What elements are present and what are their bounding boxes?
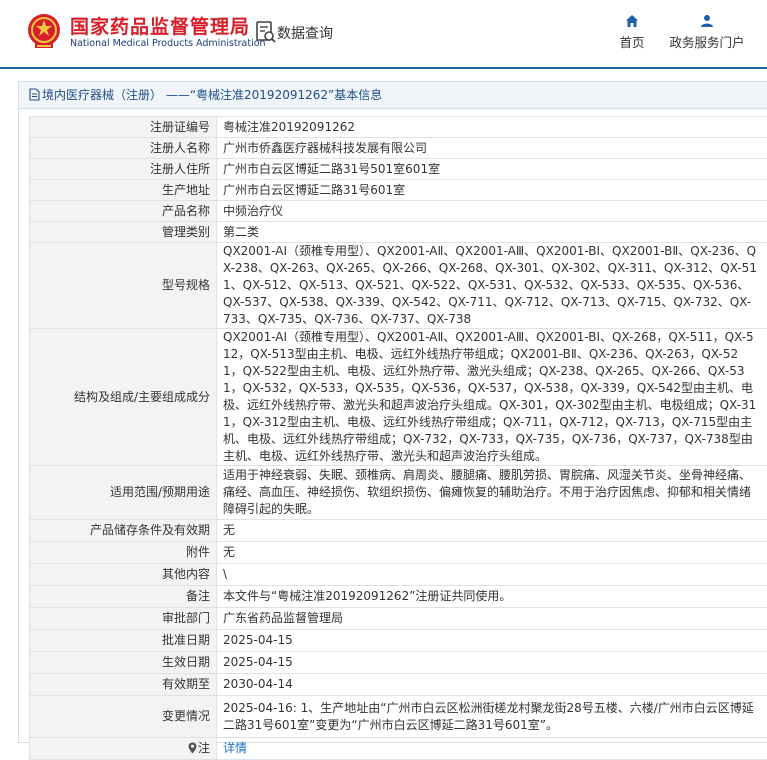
field-value: 第二类 <box>217 222 767 243</box>
user-icon <box>700 14 714 28</box>
table-row: 产品储存条件及有效期无 <box>30 520 767 542</box>
detail-panel: 境内医疗器械（注册） ——“粤械注准20192091262”基本信息 注册证编号… <box>18 81 767 743</box>
org-name-cn: 国家药品监督管理局 <box>70 12 250 39</box>
site-header: 国家药品监督管理局 National Medical Products Admi… <box>0 0 767 68</box>
field-value: 2025-04-15 <box>217 652 767 674</box>
field-value: 广州市侨鑫医疗器械科技发展有限公司 <box>217 138 767 159</box>
table-row: 型号规格QX2001-AI（颈椎专用型）、QX2001-AⅡ、QX2001-AⅢ… <box>30 243 767 329</box>
field-label: 备注 <box>30 586 217 608</box>
field-label: 生效日期 <box>30 652 217 674</box>
field-label: 产品名称 <box>30 201 217 222</box>
info-table: 注册证编号粤械注准20192091262 注册人名称广州市侨鑫医疗器械科技发展有… <box>29 116 767 760</box>
nav-service-portal-label: 政务服务门户 <box>669 35 744 50</box>
table-row: 适用范围/预期用途适用于神经衰弱、失眠、颈椎病、肩周炎、腰腿痛、腰肌劳损、胃脘痛… <box>30 466 767 520</box>
field-value: 2030-04-14 <box>217 674 767 696</box>
field-label: 适用范围/预期用途 <box>30 466 217 520</box>
document-icon <box>29 88 40 101</box>
table-row: 有效期至2030-04-14 <box>30 674 767 696</box>
note-label: 注 <box>198 741 210 755</box>
field-value: QX2001-AI（颈椎专用型）、QX2001-AⅡ、QX2001-AⅢ、QX2… <box>217 329 767 466</box>
field-value: 广州市白云区博延二路31号601室 <box>217 180 767 201</box>
field-label: 管理类别 <box>30 222 217 243</box>
field-label: 审批部门 <box>30 608 217 630</box>
field-label: 其他内容 <box>30 564 217 586</box>
field-label: 产品储存条件及有效期 <box>30 520 217 542</box>
details-link[interactable]: 详情 <box>223 741 247 755</box>
table-row: 生产地址广州市白云区博延二路31号601室 <box>30 180 767 201</box>
field-label: 注册证编号 <box>30 117 217 138</box>
field-label: 附件 <box>30 542 217 564</box>
field-value: 广东省药品监督管理局 <box>217 608 767 630</box>
field-label: 型号规格 <box>30 243 217 329</box>
nav-home[interactable]: 首页 <box>612 14 652 51</box>
nav-home-label: 首页 <box>619 35 644 50</box>
table-row: 注册证编号粤械注准20192091262 <box>30 117 767 138</box>
field-value: 广州市白云区博延二路31号501室601室 <box>217 159 767 180</box>
panel-title-bar: 境内医疗器械（注册） ——“粤械注准20192091262”基本信息 <box>19 82 767 109</box>
table-row: 附件无 <box>30 542 767 564</box>
field-label: 注册人名称 <box>30 138 217 159</box>
data-query-icon[interactable] <box>255 20 277 44</box>
field-value: 本文件与“粤械注准20192091262”注册证共同使用。 <box>217 586 767 608</box>
table-row: 备注本文件与“粤械注准20192091262”注册证共同使用。 <box>30 586 767 608</box>
org-name-en: National Medical Products Administration <box>70 38 266 49</box>
field-value: QX2001-AI（颈椎专用型）、QX2001-AⅡ、QX2001-AⅢ、QX2… <box>217 243 767 329</box>
table-row: 注册人名称广州市侨鑫医疗器械科技发展有限公司 <box>30 138 767 159</box>
field-value: 中频治疗仪 <box>217 201 767 222</box>
field-value: \ <box>217 564 767 586</box>
data-query-link[interactable]: 数据查询 <box>277 23 333 43</box>
field-value: 2025-04-15 <box>217 630 767 652</box>
table-row: 其他内容\ <box>30 564 767 586</box>
field-value: 粤械注准20192091262 <box>217 117 767 138</box>
home-icon <box>625 14 639 28</box>
table-row: 结构及组成/主要组成成分QX2001-AI（颈椎专用型）、QX2001-AⅡ、Q… <box>30 329 767 466</box>
field-value: 2025-04-16: 1、生产地址由“广州市白云区松洲街槎龙村聚龙街28号五楼… <box>217 696 767 738</box>
table-row: 产品名称中频治疗仪 <box>30 201 767 222</box>
field-label: 生产地址 <box>30 180 217 201</box>
field-label: 批准日期 <box>30 630 217 652</box>
field-label: 变更情况 <box>30 696 217 738</box>
table-row: 生效日期2025-04-15 <box>30 652 767 674</box>
field-value: 无 <box>217 542 767 564</box>
field-value: 无 <box>217 520 767 542</box>
field-label: 有效期至 <box>30 674 217 696</box>
location-pin-icon <box>188 742 197 754</box>
table-row: 管理类别第二类 <box>30 222 767 243</box>
table-row: 变更情况2025-04-16: 1、生产地址由“广州市白云区松洲街槎龙村聚龙街2… <box>30 696 767 738</box>
table-row: 注册人住所广州市白云区博延二路31号501室601室 <box>30 159 767 180</box>
nav-service-portal[interactable]: 政务服务门户 <box>664 14 750 51</box>
field-label: 注册人住所 <box>30 159 217 180</box>
table-row: 审批部门广东省药品监督管理局 <box>30 608 767 630</box>
panel-title: 境内医疗器械（注册） ——“粤械注准20192091262”基本信息 <box>42 88 382 102</box>
header-divider <box>0 67 767 69</box>
national-emblem-icon <box>26 12 62 50</box>
field-value: 适用于神经衰弱、失眠、颈椎病、肩周炎、腰腿痛、腰肌劳损、胃脘痛、风湿关节炎、坐骨… <box>217 466 767 520</box>
note-label-cell: 注 <box>30 738 217 760</box>
table-row: 注 详情 <box>30 738 767 760</box>
field-label: 结构及组成/主要组成成分 <box>30 329 217 466</box>
table-row: 批准日期2025-04-15 <box>30 630 767 652</box>
